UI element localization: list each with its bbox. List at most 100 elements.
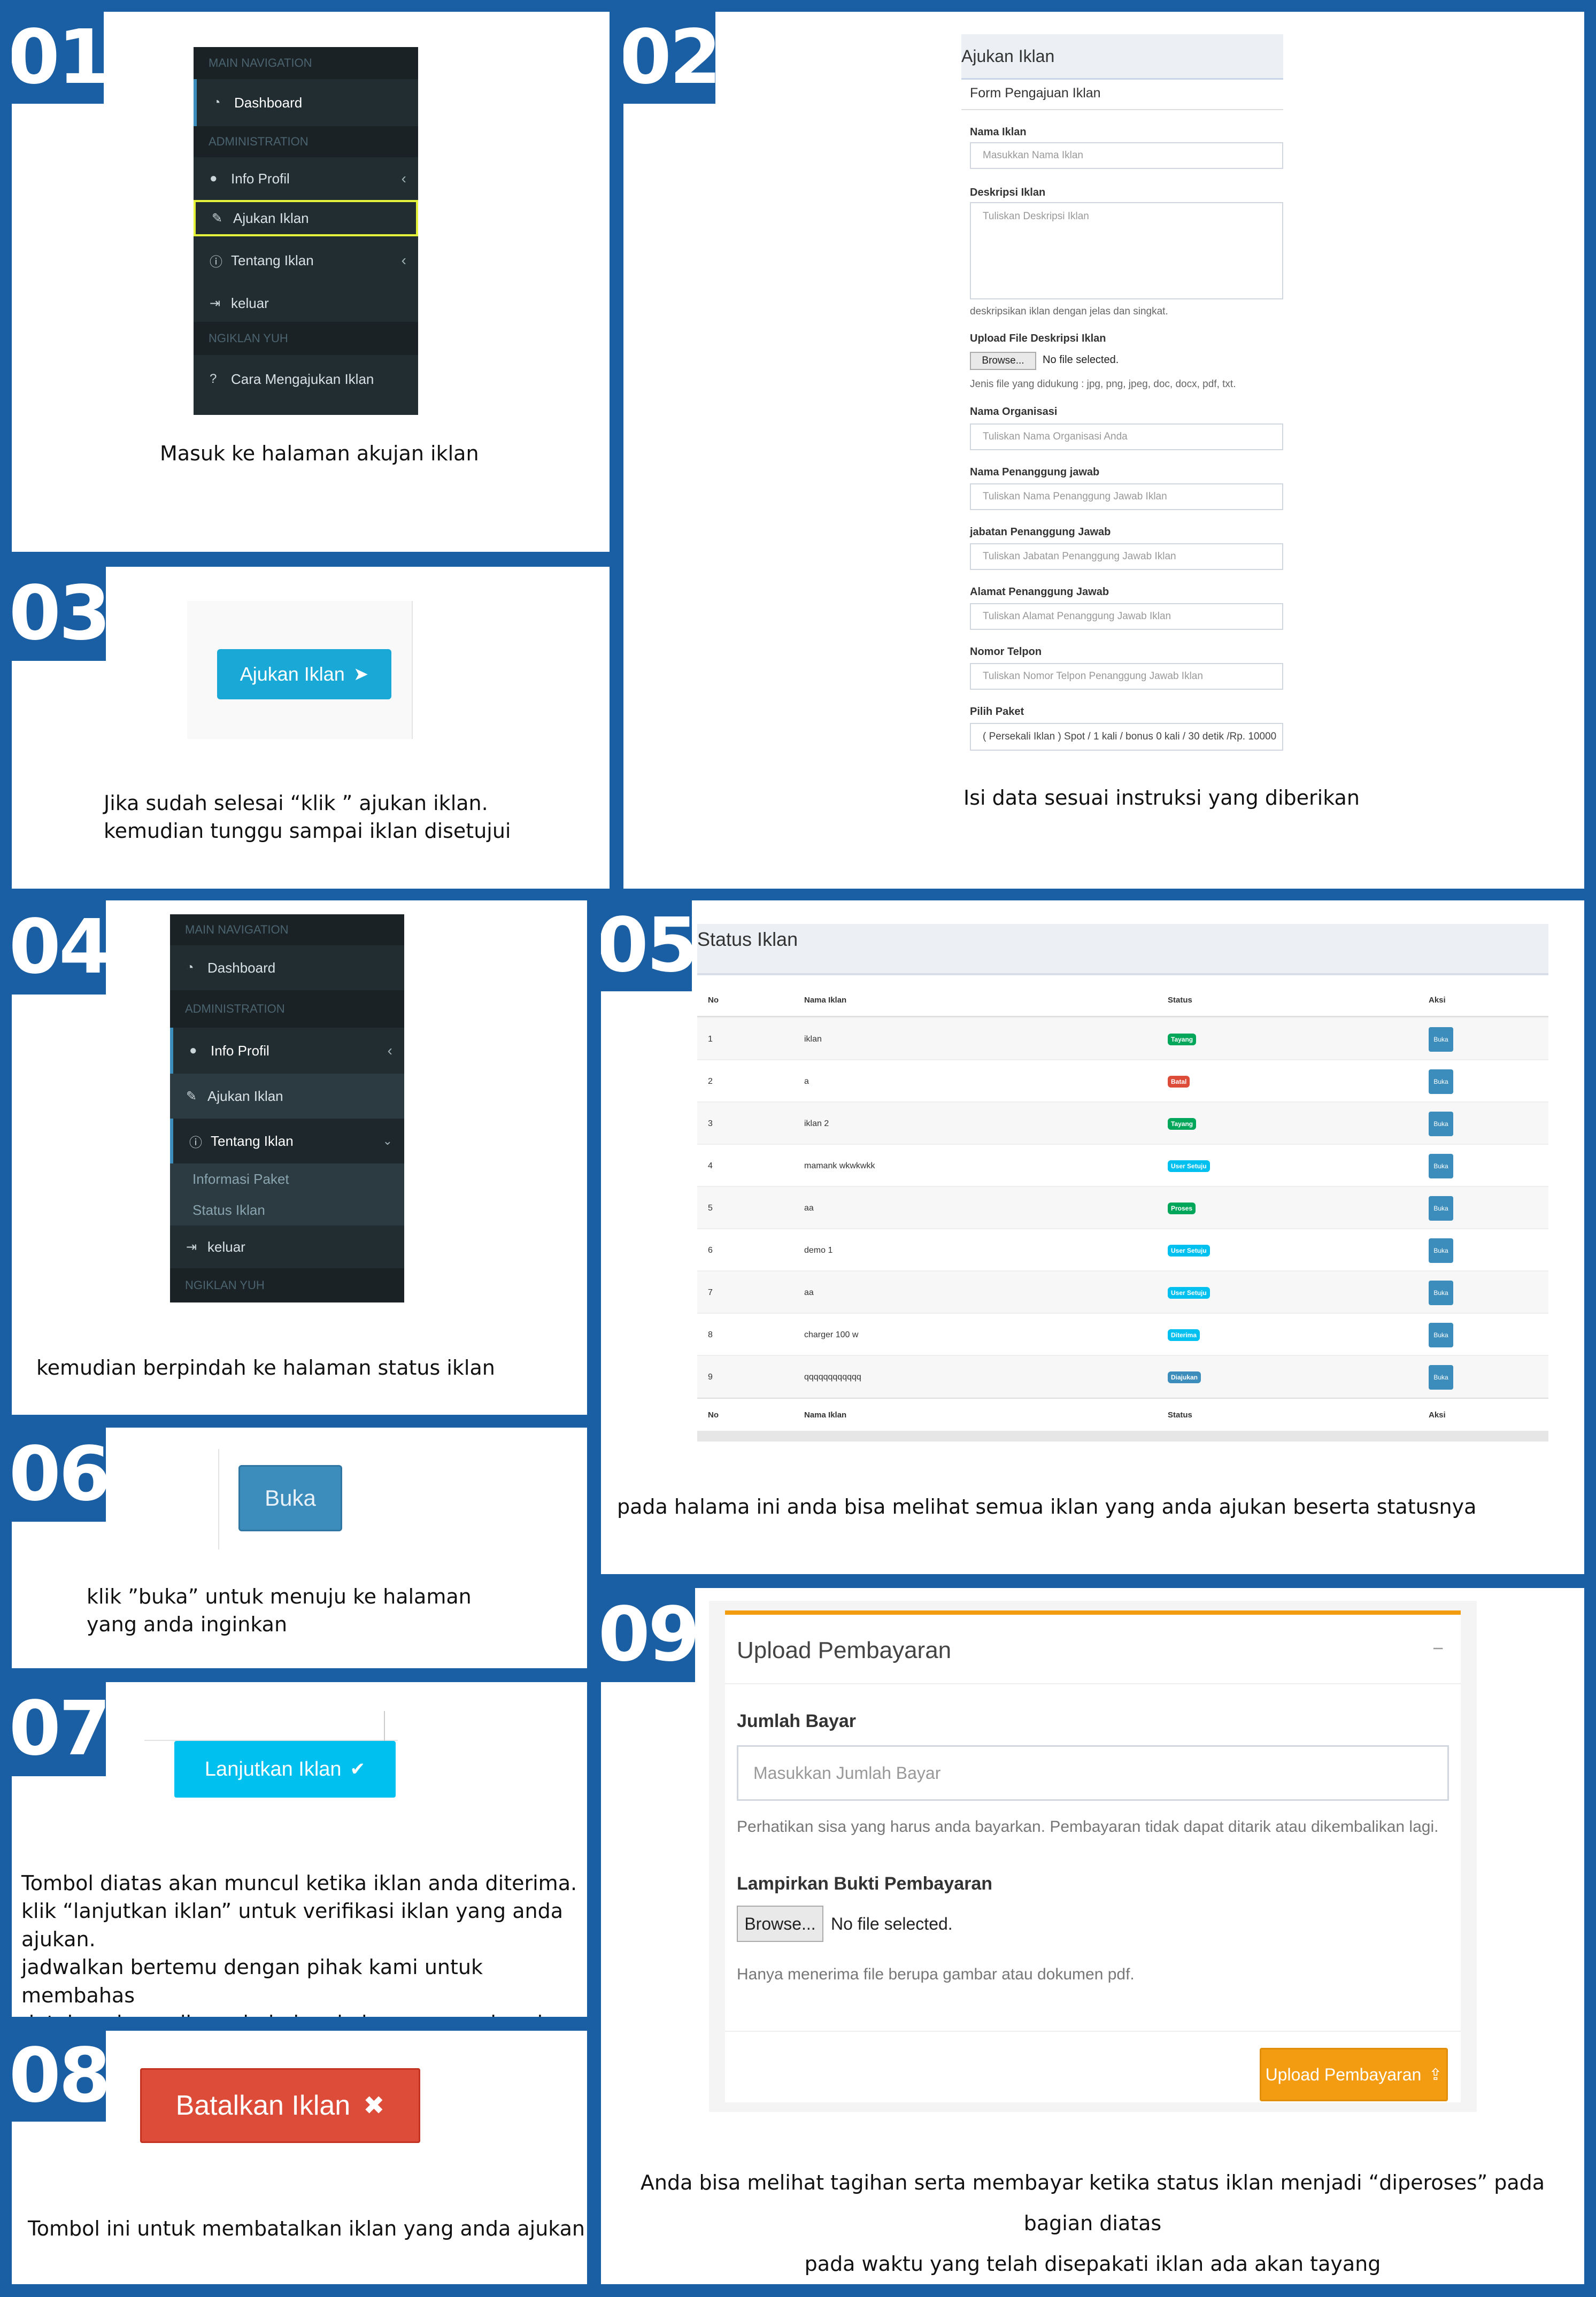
- panel-step-01: 01 MAIN NAVIGATION ◔ Dashboard ADMINISTR…: [12, 12, 610, 552]
- no-file-text: No file selected.: [1043, 354, 1119, 366]
- sidebar-item-keluar[interactable]: ⇥ keluar: [194, 284, 418, 322]
- sign-out-icon: ⇥: [186, 1239, 197, 1254]
- sidebar-menu: MAIN NAVIGATION ◔ Dashboard ADMINISTRATI…: [170, 914, 404, 1302]
- browse-button[interactable]: Browse...: [970, 352, 1036, 370]
- sidebar-item-tentang-iklan[interactable]: ⓘ Tentang Iklan ⌄: [170, 1119, 404, 1163]
- nomor-telpon-input[interactable]: Tuliskan Nomor Telpon Penanggung Jawab I…: [970, 663, 1283, 690]
- cell-nama-iklan: charger 100 w: [804, 1330, 859, 1339]
- cell-no: 4: [708, 1161, 713, 1170]
- sidebar-item-ajukan-iklan[interactable]: ✎ Ajukan Iklan: [170, 1074, 404, 1119]
- field-label: Nama Organisasi: [970, 406, 1058, 418]
- column-footer: Aksi: [1429, 1410, 1446, 1420]
- buka-small-button[interactable]: Buka: [1429, 1153, 1453, 1178]
- upload-pembayaran-button[interactable]: Upload Pembayaran ⇪: [1260, 2048, 1448, 2101]
- field-help: Jenis file yang didukung : jpg, png, jpe…: [970, 379, 1236, 390]
- table-row: 1 iklan Tayang Buka: [697, 1017, 1548, 1060]
- dashboard-icon: ◔: [213, 95, 221, 110]
- column-header: Nama Iklan: [804, 996, 847, 1005]
- buka-small-button[interactable]: Buka: [1429, 1069, 1453, 1094]
- chevron-left-icon: ‹: [401, 170, 406, 187]
- buka-small-button[interactable]: Buka: [1429, 1280, 1453, 1305]
- buka-small-button[interactable]: Buka: [1429, 1322, 1453, 1347]
- buka-small-button[interactable]: Buka: [1429, 1027, 1453, 1052]
- card-footer-divider: [725, 2031, 1461, 2032]
- dashboard-icon: ◔: [186, 960, 194, 975]
- pencil-icon: ✎: [186, 1089, 197, 1104]
- column-footer: Nama Iklan: [804, 1410, 847, 1420]
- sidebar-item-info-profil[interactable]: ● Info Profil ‹: [170, 1028, 404, 1074]
- ajukan-iklan-button[interactable]: Ajukan Iklan ➤: [217, 649, 391, 699]
- caption-line: kemudian tunggu sampai iklan disetujui: [104, 819, 511, 843]
- pilih-paket-select[interactable]: ( Persekali Iklan ) Spot / 1 kali / bonu…: [970, 723, 1283, 751]
- sidebar-item-dashboard[interactable]: ◔ Dashboard: [194, 79, 418, 126]
- status-badge: Batal: [1168, 1075, 1190, 1088]
- step-number: 02: [623, 12, 721, 104]
- step-caption: pada halama ini anda bisa melihat semua …: [617, 1495, 1477, 1519]
- table-scrollbar[interactable]: [697, 1431, 1548, 1442]
- column-header: No: [708, 996, 719, 1005]
- batalkan-iklan-button[interactable]: Batalkan Iklan ✖: [140, 2068, 420, 2143]
- sidebar-item-label: Ajukan Iklan: [233, 210, 309, 226]
- sidebar-item-label: Dashboard: [207, 959, 276, 976]
- step-number: 03: [12, 567, 111, 661]
- button-label: Ajukan Iklan: [240, 663, 345, 685]
- panel-step-06: 06 Buka klik ”buka” untuk menuju ke hala…: [12, 1428, 587, 1668]
- page-title: Status Iklan: [697, 928, 798, 950]
- sidebar-header-ngiklan-yuh: NGIKLAN YUH: [194, 322, 418, 355]
- step-caption: Tombol ini untuk membatalkan iklan yang …: [28, 2217, 585, 2240]
- card-title: Upload Pembayaran: [737, 1637, 952, 1663]
- table-row: 9 qqqqqqqqqqqq Diajukan Buka: [697, 1355, 1548, 1398]
- buka-small-button[interactable]: Buka: [1429, 1111, 1453, 1136]
- panel-step-08: 08 Batalkan Iklan ✖ Tombol ini untuk mem…: [12, 2031, 587, 2284]
- step-caption: Tombol diatas akan muncul ketika iklan a…: [21, 1869, 587, 2017]
- buka-small-button[interactable]: Buka: [1429, 1365, 1453, 1390]
- jumlah-bayar-input[interactable]: Masukkan Jumlah Bayar: [737, 1745, 1449, 1801]
- panel-step-05: 05 Status Iklan No Nama Iklan Status Aks…: [601, 900, 1584, 1574]
- step-number: 05: [601, 900, 698, 991]
- sidebar-item-label: Info Profil: [231, 170, 290, 187]
- nama-iklan-input[interactable]: Masukkan Nama Iklan: [970, 142, 1283, 169]
- step-caption: Anda bisa melihat tagihan serta membayar…: [617, 2162, 1568, 2284]
- sidebar-item-ajukan-iklan[interactable]: ✎ Ajukan Iklan: [194, 200, 418, 236]
- cell-no: 2: [708, 1076, 713, 1086]
- nama-penanggung-jawab-input[interactable]: Tuliskan Nama Penanggung Jawab Iklan: [970, 483, 1283, 510]
- card-divider: [725, 1683, 1461, 1684]
- buka-small-button[interactable]: Buka: [1429, 1196, 1453, 1221]
- sidebar-item-info-profil[interactable]: ● Info Profil ‹: [194, 157, 418, 200]
- buka-small-button[interactable]: Buka: [1429, 1238, 1453, 1263]
- browse-button[interactable]: Browse...: [737, 1906, 823, 1942]
- field-label: jabatan Penanggung Jawab: [970, 526, 1111, 538]
- info-icon: ⓘ: [189, 1135, 202, 1150]
- alamat-penanggung-jawab-input[interactable]: Tuliskan Alamat Penanggung Jawab Iklan: [970, 603, 1283, 630]
- sidebar-item-label: Info Profil: [211, 1042, 269, 1059]
- sidebar-subitem-status-iklan[interactable]: Status Iklan: [170, 1194, 404, 1225]
- step-number: 01: [12, 12, 110, 104]
- field-help: deskripsikan iklan dengan jelas dan sing…: [970, 306, 1168, 317]
- table-row: 3 iklan 2 Tayang Buka: [697, 1101, 1548, 1145]
- sidebar-item-keluar[interactable]: ⇥ keluar: [170, 1225, 404, 1268]
- column-header: Aksi: [1429, 996, 1446, 1005]
- form-subtitle: Form Pengajuan Iklan: [970, 86, 1101, 101]
- sidebar-subitem-informasi-paket[interactable]: Informasi Paket: [170, 1163, 404, 1194]
- cell-no: 3: [708, 1119, 713, 1128]
- step-caption: klik ”buka” untuk menuju ke halaman yang…: [87, 1583, 472, 1639]
- user-icon: ●: [189, 1043, 197, 1058]
- buka-button[interactable]: Buka: [238, 1465, 342, 1531]
- caption-line: Anda bisa melihat tagihan serta membayar…: [640, 2171, 1545, 2235]
- cell-nama-iklan: iklan: [804, 1034, 822, 1044]
- status-badge: User Setuju: [1168, 1286, 1210, 1299]
- jabatan-penanggung-jawab-input[interactable]: Tuliskan Jabatan Penanggung Jawab Iklan: [970, 543, 1283, 570]
- sidebar-header-main-navigation: MAIN NAVIGATION: [194, 47, 418, 79]
- cell-nama-iklan: mamank wkwkwkk: [804, 1161, 875, 1170]
- cell-no: 1: [708, 1034, 713, 1044]
- collapse-minus-icon[interactable]: −: [1432, 1637, 1444, 1660]
- sidebar-item-tentang-iklan[interactable]: ⓘ Tentang Iklan ‹: [194, 236, 418, 284]
- sidebar-item-cara-mengajukan-iklan[interactable]: ? Cara Mengajukan Iklan: [194, 355, 418, 403]
- nama-organisasi-input[interactable]: Tuliskan Nama Organisasi Anda: [970, 423, 1283, 450]
- field-help: Hanya menerima file berupa gambar atau d…: [737, 1965, 1135, 1983]
- sidebar-item-dashboard[interactable]: ◔ Dashboard: [170, 945, 404, 990]
- lanjutkan-iklan-button[interactable]: Lanjutkan Iklan ✔: [174, 1741, 396, 1798]
- status-badge: Proses: [1168, 1202, 1196, 1214]
- status-badge: Tayang: [1168, 1033, 1197, 1045]
- deskripsi-iklan-textarea[interactable]: Tuliskan Deskripsi Iklan: [970, 202, 1283, 299]
